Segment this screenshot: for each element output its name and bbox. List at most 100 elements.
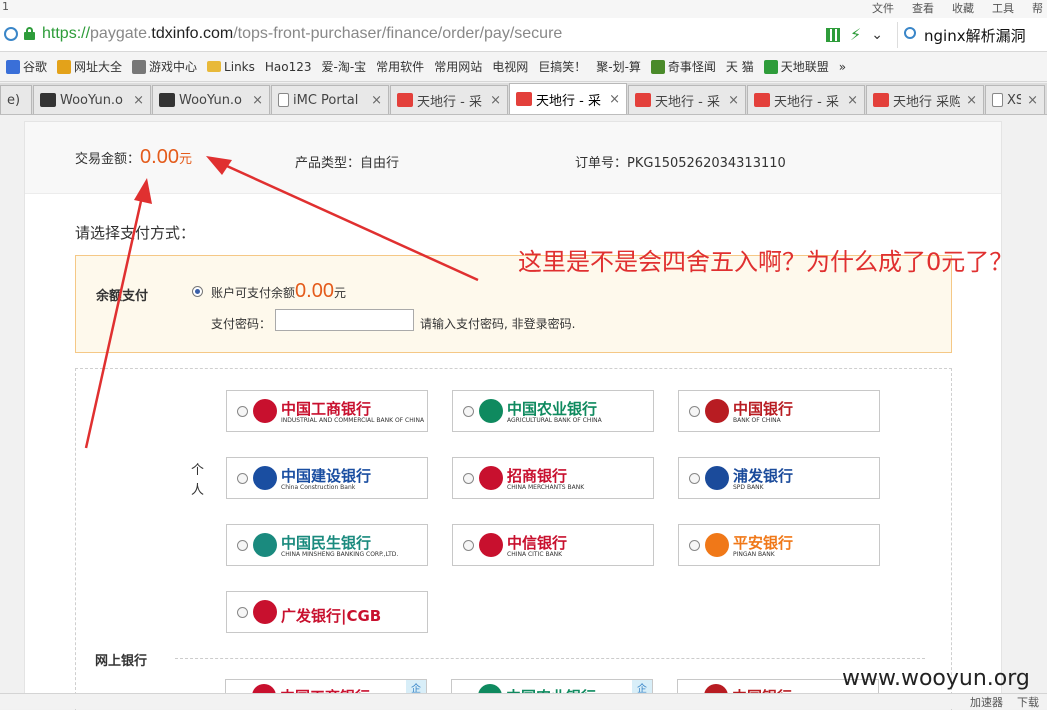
bank-radio[interactable]	[237, 406, 248, 417]
browser-tab[interactable]: 天地行 采购 ×	[866, 85, 984, 114]
bank-radio[interactable]	[237, 540, 248, 551]
bookmark-label: 游戏中心	[149, 60, 198, 74]
bank-option[interactable]: 广发银行|CGB	[226, 591, 428, 633]
order-info: 交易金额：0.00元 产品类型：自由行 订单号：PKG1505262034313…	[25, 122, 1001, 194]
bank-radio[interactable]	[463, 406, 474, 417]
bookmark-item[interactable]: 奇事怪闻	[650, 58, 716, 75]
window-menu-item[interactable]: 文件	[872, 0, 894, 16]
bank-radio[interactable]	[463, 540, 474, 551]
browser-tab[interactable]: iMC Portal ×	[271, 85, 389, 114]
tab-favicon-icon	[873, 93, 889, 107]
browser-tab[interactable]: WooYun.o ×	[33, 85, 151, 114]
bookmark-item[interactable]: »	[839, 60, 846, 74]
tab-close-icon[interactable]: ×	[966, 93, 977, 108]
bank-english-name: China Construction Bank	[281, 484, 356, 491]
bookmark-item[interactable]: 常用网站	[434, 58, 482, 75]
window-menu: 文件 查看 收藏 工具 帮	[872, 0, 1043, 16]
browser-tab[interactable]: 天地行 - 采 ×	[628, 85, 746, 114]
password-input[interactable]	[275, 309, 414, 331]
search-box[interactable]: nginx解析漏洞	[897, 22, 1047, 48]
browser-tab[interactable]: 天地行 - 采 ×	[509, 83, 627, 114]
bank-name: 平安银行	[733, 534, 794, 552]
choose-payment-label: 请选择支付方式：	[75, 224, 196, 242]
bookmark-item[interactable]: 巨搞笑！	[538, 58, 586, 75]
tab-close-icon[interactable]: ×	[133, 93, 144, 108]
bank-option[interactable]: 中国建设银行 China Construction Bank	[226, 457, 428, 499]
bookmark-item[interactable]: 天 猫	[726, 58, 754, 75]
bank-option[interactable]: 平安银行 PINGAN BANK	[678, 524, 880, 566]
bank-logo-icon	[253, 533, 277, 557]
lightning-icon[interactable]: ⚡	[850, 25, 861, 44]
bank-name: 中国农业银行	[507, 400, 598, 418]
bookmark-item[interactable]: 天地联盟	[763, 58, 829, 75]
status-bar: 加速器 下载	[0, 693, 1047, 709]
url-field[interactable]: https://paygate.tdxinfo.com/tops-front-p…	[42, 25, 562, 43]
window-menu-item[interactable]: 帮	[1032, 0, 1043, 16]
bank-option[interactable]: 招商银行 CHINA MERCHANTS BANK	[452, 457, 654, 499]
bookmark-item[interactable]: 谷歌	[6, 58, 47, 75]
bookmark-item[interactable]: Hao123	[265, 60, 312, 74]
tab-label: WooYun.o	[60, 92, 124, 108]
bank-logo-icon	[253, 466, 277, 490]
bank-radio[interactable]	[463, 473, 474, 484]
statusbar-item[interactable]: 下载	[1017, 694, 1039, 710]
globe-icon[interactable]	[4, 27, 18, 41]
bookmark-item[interactable]: 游戏中心	[132, 58, 197, 75]
bank-option[interactable]: 中国农业银行 AGRICULTURAL BANK OF CHINA	[452, 390, 654, 432]
chevron-down-icon[interactable]: ⌄	[871, 27, 883, 43]
bookmark-item[interactable]: 电视网	[492, 58, 528, 75]
lock-icon[interactable]	[24, 27, 35, 40]
qrcode-icon[interactable]	[826, 27, 840, 42]
bank-name: 中信银行	[507, 534, 568, 552]
bookmark-item[interactable]: 常用软件	[376, 58, 424, 75]
bank-radio[interactable]	[689, 473, 700, 484]
tab-label: 天地行 - 采	[655, 94, 720, 110]
tab-favicon-icon	[40, 93, 56, 107]
browser-tab[interactable]: WooYun.o ×	[152, 85, 270, 114]
bank-radio[interactable]	[689, 540, 700, 551]
bank-radio[interactable]	[237, 473, 248, 484]
tab-favicon-icon	[992, 93, 1003, 107]
bookmarks-bar: 谷歌 网址大全 游戏中心 Links Hao123 爱-淘-宝 常用软件 常用网站 电视网 巨搞笑…	[0, 52, 1047, 82]
bank-option[interactable]: 中信银行 CHINA CITIC BANK	[452, 524, 654, 566]
bank-logo-icon	[253, 399, 277, 423]
window-menu-item[interactable]: 查看	[912, 0, 934, 16]
bookmark-label: 爱-淘-宝	[321, 60, 367, 74]
tab-close-icon[interactable]: ×	[252, 93, 263, 108]
tab-close-icon[interactable]: ×	[371, 93, 382, 108]
tab-close-icon[interactable]: ×	[490, 93, 501, 108]
tab-close-icon[interactable]: ×	[847, 93, 858, 108]
bank-option[interactable]: 中国民生银行 CHINA MINSHENG BANKING CORP.,LTD.	[226, 524, 428, 566]
bookmark-item[interactable]: Links	[207, 60, 255, 74]
tab-close-icon[interactable]: ×	[609, 92, 620, 107]
bank-option[interactable]: 中国银行 BANK OF CHINA	[678, 390, 880, 432]
bank-name: 浦发银行	[733, 467, 794, 485]
bank-option[interactable]: 浦发银行 SPD BANK	[678, 457, 880, 499]
bank-english-name: CHINA MINSHENG BANKING CORP.,LTD.	[281, 551, 399, 558]
bookmark-item[interactable]: 聚-划-算	[596, 58, 641, 75]
bank-option[interactable]: 中国工商银行 INDUSTRIAL AND COMMERCIAL BANK OF …	[226, 390, 428, 432]
bank-english-name: CHINA CITIC BANK	[507, 551, 563, 558]
window-menu-item[interactable]: 收藏	[952, 0, 974, 16]
browser-tab[interactable]: 天地行 - 采 ×	[747, 85, 865, 114]
password-label: 支付密码：	[211, 317, 272, 331]
bookmark-label: 网址大全	[74, 60, 123, 74]
tab-close-icon[interactable]: ×	[1027, 93, 1038, 108]
tab-label: e)	[7, 92, 21, 108]
window-menu-item[interactable]: 工具	[992, 0, 1014, 16]
bank-logo-icon	[705, 533, 729, 557]
browser-tab[interactable]: XSS ×	[985, 85, 1045, 114]
browser-tab[interactable]: 天地行 - 采 ×	[390, 85, 508, 114]
search-input[interactable]: nginx解析漏洞	[924, 25, 1026, 46]
bank-radio[interactable]	[237, 607, 248, 618]
statusbar-item[interactable]: 加速器	[970, 694, 1003, 710]
browser-tab[interactable]: e)	[0, 85, 32, 114]
bank-english-name: BANK OF CHINA	[733, 417, 781, 424]
personal-label: 个人	[191, 463, 205, 498]
balance-radio[interactable]	[192, 286, 203, 297]
bookmark-item[interactable]: 爱-淘-宝	[322, 58, 367, 75]
bookmark-label: 电视网	[492, 60, 529, 74]
tab-close-icon[interactable]: ×	[728, 93, 739, 108]
bank-radio[interactable]	[689, 406, 700, 417]
bookmark-item[interactable]: 网址大全	[57, 58, 122, 75]
